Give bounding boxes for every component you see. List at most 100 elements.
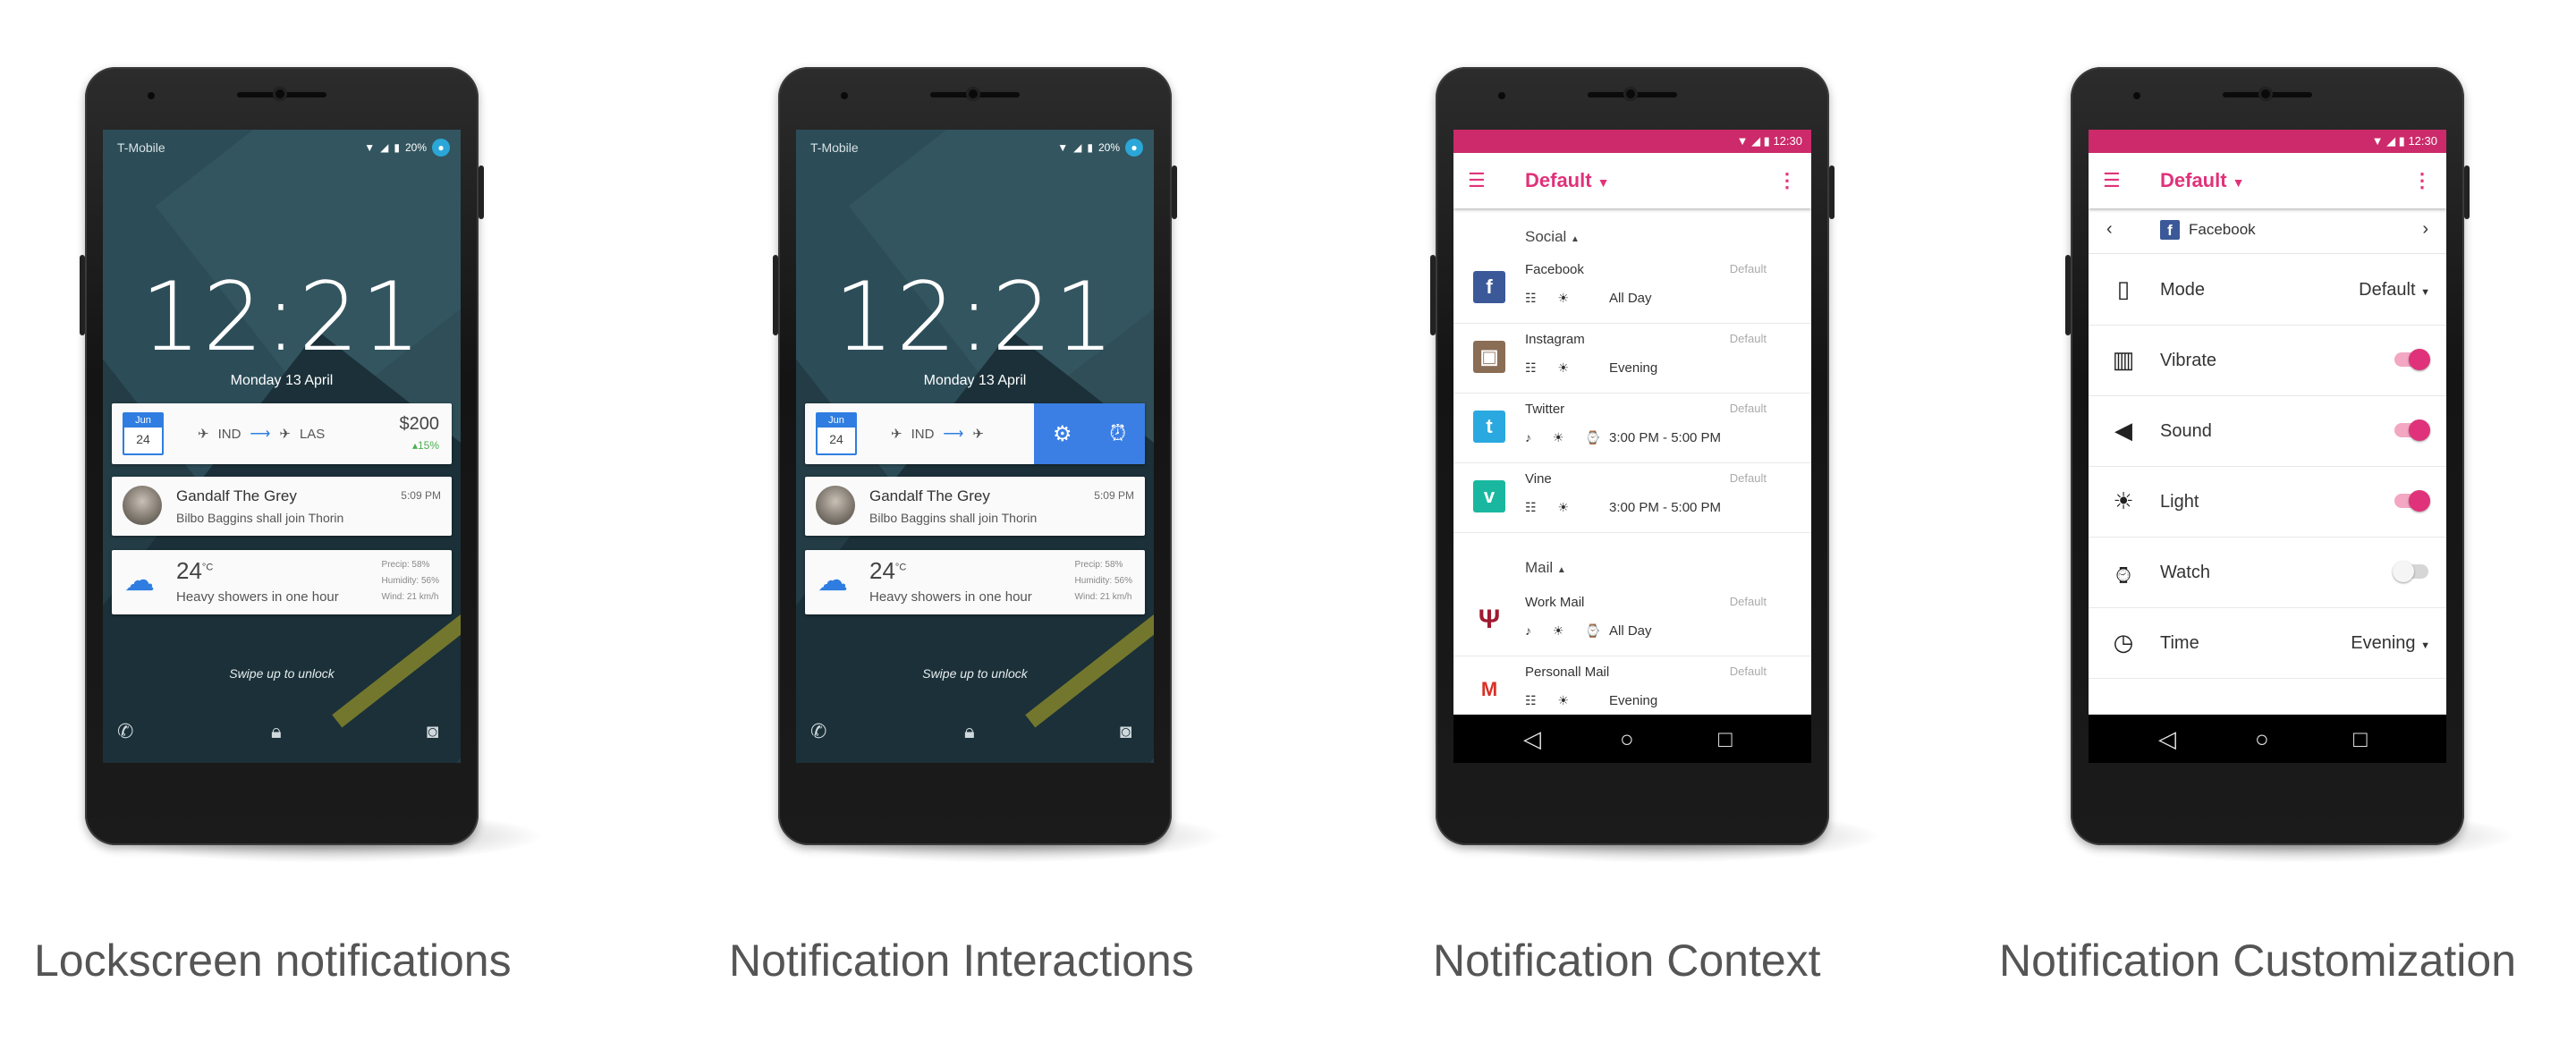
status-bar: ▼ ◢ ▮ 12:30 — [2089, 130, 2446, 153]
watch-icon: ⌚︎ — [2111, 563, 2135, 589]
phone-body: T-Mobile ▼ ◢ ▮ 20% ● 12:21 Monday 13 Apr… — [773, 67, 1177, 845]
hamburger-menu-icon[interactable]: ☰ — [1468, 169, 1486, 192]
flight-route: ✈ IND ⟶ ✈ — [891, 426, 984, 443]
option-time[interactable]: ◷ Time Evening ▼ — [2089, 607, 2446, 679]
camera-icon[interactable]: ◙ — [1120, 720, 1131, 743]
message-body: Bilbo Baggins shall join Thorin — [869, 511, 1038, 525]
instagram-logo-icon: ▣ — [1473, 341, 1505, 373]
caret-up-icon: ▲ — [1556, 565, 1566, 575]
calendar-icon: Jun 24 — [816, 412, 857, 455]
phone-call-icon[interactable]: ✆ — [810, 720, 826, 743]
twitter-logo-icon: t — [1473, 411, 1505, 443]
app-row-vine[interactable]: v Vine Default ☷ ☀ 3:00 PM - 5:00 PM — [1453, 462, 1811, 533]
customization-screen: ▼ ◢ ▮ 12:30 ☰ Default ▼ ⋮ ‹ f Facebook › … — [2089, 130, 2446, 763]
chevron-left-icon[interactable]: ‹ — [2106, 219, 2113, 240]
mode-icons: ☷ ☀ — [1525, 360, 1578, 375]
weather-notification[interactable]: ☁ 24°C Heavy showers in one hour Precip:… — [805, 550, 1145, 614]
hamburger-menu-icon[interactable]: ☰ — [2103, 169, 2121, 192]
option-sound[interactable]: ◀︎ Sound — [2089, 395, 2446, 467]
caret-down-icon: ▼ — [2420, 640, 2430, 651]
vibrate-icon: ▥ — [2112, 346, 2135, 373]
user-avatar-icon[interactable]: ● — [1125, 139, 1143, 157]
mode-icons: ☷ ☀ — [1525, 500, 1578, 514]
swipe-hint: Swipe up to unlock — [922, 666, 1028, 681]
gmail-logo-icon: M — [1480, 678, 1498, 700]
home-icon[interactable]: ○ — [2255, 725, 2269, 753]
caret-down-icon: ▼ — [2232, 175, 2245, 190]
mode-dropdown[interactable]: Default ▼ — [2359, 280, 2430, 301]
mode-icons: ☷ ☀ — [1525, 291, 1578, 305]
android-nav-bar: ◁ ○ □ — [2089, 715, 2446, 763]
profile-dropdown[interactable]: Default ▼ — [2160, 169, 2244, 192]
option-light[interactable]: ☀ Light — [2089, 466, 2446, 538]
facebook-logo-icon: f — [2160, 220, 2180, 240]
app-row-twitter[interactable]: t Twitter Default ♪ ☀ ⌚ 3:00 PM - 5:00 P… — [1453, 393, 1811, 463]
weather-desc: Heavy showers in one hour — [869, 589, 1032, 605]
section-mail[interactable]: Mail ▲ — [1525, 559, 1566, 577]
status-bar: ▼ ◢ ▮ 20% ● — [1057, 139, 1143, 157]
message-notification[interactable]: Gandalf The Grey Bilbo Baggins shall joi… — [805, 477, 1145, 536]
sound-toggle[interactable] — [2394, 419, 2430, 441]
battery-icon: ▮ — [1087, 141, 1093, 154]
caption-interactions: Notification Interactions — [729, 936, 1194, 986]
phone-body: ▼ ◢ ▮ 12:30 ☰ Default ▼ ⋮ ‹ f Facebook › … — [2065, 67, 2470, 845]
sun-icon: ☀ — [2113, 487, 2134, 514]
status-bar: ▼ ◢ ▮ 12:30 — [1453, 130, 1811, 153]
takeoff-icon: ✈ — [891, 427, 902, 442]
option-mode[interactable]: ▯ Mode Default ▼ — [2089, 254, 2446, 326]
app-row-facebook[interactable]: f Facebook Default ☷ ☀ All Day — [1453, 253, 1811, 324]
watch-toggle[interactable] — [2393, 561, 2428, 582]
landing-icon: ✈ — [972, 427, 984, 442]
overflow-menu-icon[interactable]: ⋮ — [2412, 169, 2432, 192]
weather-details: Precip: 58% Humidity: 56% Wind: 21 km/h — [1074, 560, 1132, 602]
light-toggle[interactable] — [2394, 490, 2430, 512]
arrow-right-icon: ⟶ — [943, 427, 964, 442]
mode-icons: ♪ ☀ ⌚ — [1525, 430, 1610, 445]
flight-notification-swiped[interactable]: Jun 24 ✈ IND ⟶ ✈ ⚙ ⏰︎ — [805, 403, 1145, 464]
mode-icons: ♪ ☀ ⌚ — [1525, 623, 1610, 638]
phone-body: ▼ ◢ ▮ 12:30 ☰ Default ▼ ⋮ Social ▲ f Face… — [1430, 67, 1835, 845]
back-icon[interactable]: ◁ — [1523, 725, 1541, 753]
caption-context: Notification Context — [1433, 936, 1821, 986]
option-vibrate[interactable]: ▥ Vibrate — [2089, 325, 2446, 396]
wifi-icon: ▼ — [1057, 141, 1069, 154]
time-dropdown[interactable]: Evening ▼ — [2351, 633, 2430, 654]
section-social[interactable]: Social ▲ — [1525, 228, 1580, 246]
phone-customization: ▼ ◢ ▮ 12:30 ☰ Default ▼ ⋮ ‹ f Facebook › … — [0, 0, 2518, 1050]
profile-dropdown[interactable]: Default ▼ — [1525, 169, 1609, 192]
lock-screen: T-Mobile ▼ ◢ ▮ 20% ● 12:21 Monday 13 Apr… — [796, 130, 1154, 763]
overflow-menu-icon[interactable]: ⋮ — [1777, 169, 1797, 192]
snooze-alarm-icon[interactable]: ⏰︎ — [1109, 421, 1126, 446]
lock-icon[interactable]: 🔒︎ — [964, 720, 975, 743]
settings-gear-icon[interactable]: ⚙ — [1053, 421, 1072, 447]
carrier-label: T-Mobile — [810, 140, 859, 155]
caret-up-icon: ▲ — [1571, 234, 1580, 244]
back-icon[interactable]: ◁ — [2158, 725, 2176, 753]
message-time: 5:09 PM — [1094, 489, 1134, 502]
speaker-icon: ◀︎ — [2114, 417, 2132, 444]
phone-icon: ▯ — [2116, 275, 2131, 302]
lock-date: Monday 13 April — [923, 373, 1027, 388]
work-mail-logo-icon: Ψ — [1478, 605, 1501, 634]
weather-temp: 24°C — [869, 557, 907, 584]
recents-icon[interactable]: □ — [1718, 725, 1733, 753]
sender-name: Gandalf The Grey — [869, 487, 990, 504]
battery-level: 20% — [1097, 141, 1120, 154]
app-row-work-mail[interactable]: Ψ Work Mail Default ♪ ☀ ⌚ All Day — [1453, 586, 1811, 656]
facebook-logo-icon: f — [1473, 271, 1505, 303]
context-screen: ▼ ◢ ▮ 12:30 ☰ Default ▼ ⋮ Social ▲ f Face… — [1453, 130, 1811, 763]
vibrate-toggle[interactable] — [2394, 349, 2430, 370]
signal-icon: ◢ — [1073, 141, 1082, 154]
caption-customization: Notification Customization — [1999, 936, 2517, 986]
app-bar: ☰ Default ▼ ⋮ — [1453, 153, 1811, 208]
chevron-right-icon[interactable]: › — [2422, 219, 2428, 240]
caret-down-icon: ▼ — [1597, 175, 1610, 190]
mode-icons: ☷ ☀ — [1525, 693, 1578, 707]
notification-actions: ⚙ ⏰︎ — [1034, 403, 1145, 464]
vine-logo-icon: v — [1473, 480, 1505, 512]
android-nav-bar: ◁ ○ □ — [1453, 715, 1811, 763]
app-row-instagram[interactable]: ▣ Instagram Default ☷ ☀ Evening — [1453, 323, 1811, 394]
option-watch[interactable]: ⌚︎ Watch — [2089, 537, 2446, 608]
recents-icon[interactable]: □ — [2353, 725, 2368, 753]
home-icon[interactable]: ○ — [1620, 725, 1634, 753]
